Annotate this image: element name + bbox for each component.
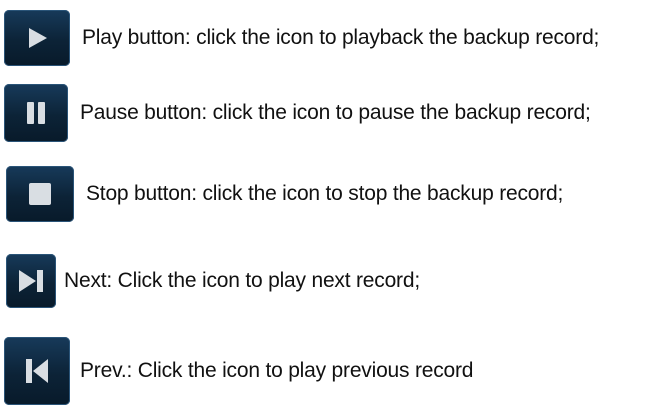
pause-description: Pause button: click the icon to pause th…	[80, 101, 591, 124]
prev-description: Prev.: Click the icon to play previous r…	[80, 359, 474, 382]
next-description: Next: Click the icon to play next record…	[64, 269, 420, 292]
play-button[interactable]	[4, 10, 70, 66]
pause-button[interactable]	[4, 84, 68, 142]
next-row: Next: Click the icon to play next record…	[0, 254, 420, 308]
prev-row: Prev.: Click the icon to play previous r…	[0, 337, 473, 405]
stop-button[interactable]	[6, 166, 74, 222]
stop-description: Stop button: click the icon to stop the …	[86, 182, 564, 205]
stop-row: Stop button: click the icon to stop the …	[0, 166, 563, 222]
stop-icon	[29, 183, 51, 205]
next-icon	[19, 270, 43, 292]
play-icon	[29, 28, 47, 48]
play-description: Play button: click the icon to playback …	[82, 26, 600, 49]
play-row: Play button: click the icon to playback …	[0, 10, 599, 66]
prev-icon	[26, 359, 48, 383]
prev-button[interactable]	[4, 337, 70, 405]
pause-row: Pause button: click the icon to pause th…	[0, 84, 591, 142]
next-button[interactable]	[6, 254, 56, 308]
pause-icon	[27, 102, 45, 124]
